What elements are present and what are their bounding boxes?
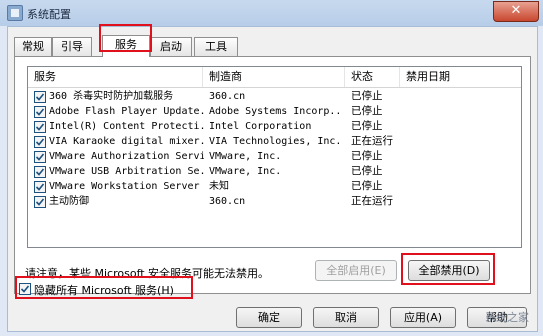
service-manufacturer: 360.cn bbox=[209, 196, 246, 207]
service-checkbox[interactable] bbox=[34, 136, 46, 148]
service-manufacturer: Adobe Systems Incorp... bbox=[209, 106, 343, 117]
checkmark-icon bbox=[35, 93, 45, 101]
checkmark-icon bbox=[35, 153, 45, 161]
column-header-manufacturer[interactable]: 制造商 bbox=[203, 67, 345, 87]
ok-button[interactable]: 确定 bbox=[236, 307, 302, 328]
service-name: VMware Authorization Service bbox=[49, 151, 204, 162]
system-config-icon bbox=[7, 5, 23, 21]
service-checkbox[interactable] bbox=[34, 181, 46, 193]
hide-ms-highlight bbox=[15, 276, 193, 299]
checkmark-icon bbox=[35, 198, 45, 206]
checkmark-icon bbox=[35, 108, 45, 116]
service-checkbox[interactable] bbox=[34, 106, 46, 118]
service-checkbox[interactable] bbox=[34, 91, 46, 103]
service-name: 主动防御 bbox=[49, 196, 89, 207]
table-row[interactable]: Adobe Flash Player Update... Adobe System… bbox=[28, 104, 521, 119]
table-row[interactable]: VMware Authorization Service VMware, Inc.… bbox=[28, 149, 521, 164]
close-icon: ✕ bbox=[510, 3, 522, 18]
service-manufacturer: Intel Corporation bbox=[209, 121, 312, 132]
tab-boot[interactable]: 引导 bbox=[52, 37, 92, 56]
services-list[interactable]: 服务 制造商 状态 禁用日期 360 杀毒实时防护加载服务 360.cn 已停止 Ad… bbox=[27, 66, 522, 248]
service-name: VIA Karaoke digital mixer... bbox=[49, 136, 204, 147]
service-manufacturer: 未知 bbox=[209, 181, 229, 192]
table-row[interactable]: 360 杀毒实时防护加载服务 360.cn 已停止 bbox=[28, 89, 521, 104]
checkmark-icon bbox=[35, 123, 45, 131]
dialog-body: 常规 引导 服务 启动 工具 服务 制造商 状态 禁用日期 360 杀毒实时防护… bbox=[7, 24, 538, 332]
enable-all-button[interactable]: 全部启用(E) bbox=[315, 260, 397, 281]
service-status: 正在运行 bbox=[351, 135, 393, 147]
service-status: 已停止 bbox=[351, 90, 383, 102]
window-title: 系统配置 bbox=[27, 8, 71, 21]
service-checkbox[interactable] bbox=[34, 151, 46, 163]
table-row[interactable]: VIA Karaoke digital mixer... VIA Technolo… bbox=[28, 134, 521, 149]
tab-general[interactable]: 常规 bbox=[14, 37, 52, 56]
table-row[interactable]: VMware USB Arbitration Se... VMware, Inc.… bbox=[28, 164, 521, 179]
service-manufacturer: VMware, Inc. bbox=[209, 151, 282, 162]
services-tab-highlight bbox=[99, 24, 152, 52]
service-name: Intel(R) Content Protecti... bbox=[49, 121, 204, 132]
checkmark-icon bbox=[35, 138, 45, 146]
service-manufacturer: 360.cn bbox=[209, 91, 246, 102]
service-name: VMware Workstation Server bbox=[49, 181, 200, 192]
close-button[interactable]: ✕ bbox=[493, 1, 539, 22]
tab-tools[interactable]: 工具 bbox=[194, 37, 238, 56]
service-name: Adobe Flash Player Update... bbox=[49, 106, 204, 117]
disable-all-highlight bbox=[401, 253, 495, 285]
service-status: 已停止 bbox=[351, 120, 383, 132]
table-row[interactable]: 主动防御 360.cn 正在运行 bbox=[28, 194, 521, 209]
checkmark-icon bbox=[35, 168, 45, 176]
service-name: 360 杀毒实时防护加载服务 bbox=[49, 91, 174, 102]
list-header: 服务 制造商 状态 禁用日期 bbox=[28, 67, 521, 88]
column-header-service[interactable]: 服务 bbox=[28, 67, 203, 87]
table-row[interactable]: VMware Workstation Server 未知 已停止 bbox=[28, 179, 521, 194]
service-status: 正在运行 bbox=[351, 195, 393, 207]
watermark: 系统之家 bbox=[485, 311, 529, 324]
table-row[interactable]: Intel(R) Content Protecti... Intel Corpor… bbox=[28, 119, 521, 134]
column-header-disabled-date[interactable]: 禁用日期 bbox=[400, 67, 521, 87]
services-panel: 服务 制造商 状态 禁用日期 360 杀毒实时防护加载服务 360.cn 已停止 Ad… bbox=[14, 56, 531, 294]
service-checkbox[interactable] bbox=[34, 166, 46, 178]
cancel-button[interactable]: 取消 bbox=[313, 307, 379, 328]
service-checkbox[interactable] bbox=[34, 196, 46, 208]
service-checkbox[interactable] bbox=[34, 121, 46, 133]
service-manufacturer: VMware, Inc. bbox=[209, 166, 282, 177]
column-header-status[interactable]: 状态 bbox=[345, 67, 400, 87]
apply-button[interactable]: 应用(A) bbox=[390, 307, 456, 328]
service-status: 已停止 bbox=[351, 150, 383, 162]
checkmark-icon bbox=[35, 183, 45, 191]
service-name: VMware USB Arbitration Se... bbox=[49, 166, 204, 177]
service-status: 已停止 bbox=[351, 165, 383, 177]
service-manufacturer: VIA Technologies, Inc. bbox=[209, 136, 342, 147]
title-bar: 系统配置 ✕ bbox=[0, 0, 543, 26]
service-status: 已停止 bbox=[351, 180, 383, 192]
service-status: 已停止 bbox=[351, 105, 383, 117]
tab-startup[interactable]: 启动 bbox=[150, 37, 192, 56]
